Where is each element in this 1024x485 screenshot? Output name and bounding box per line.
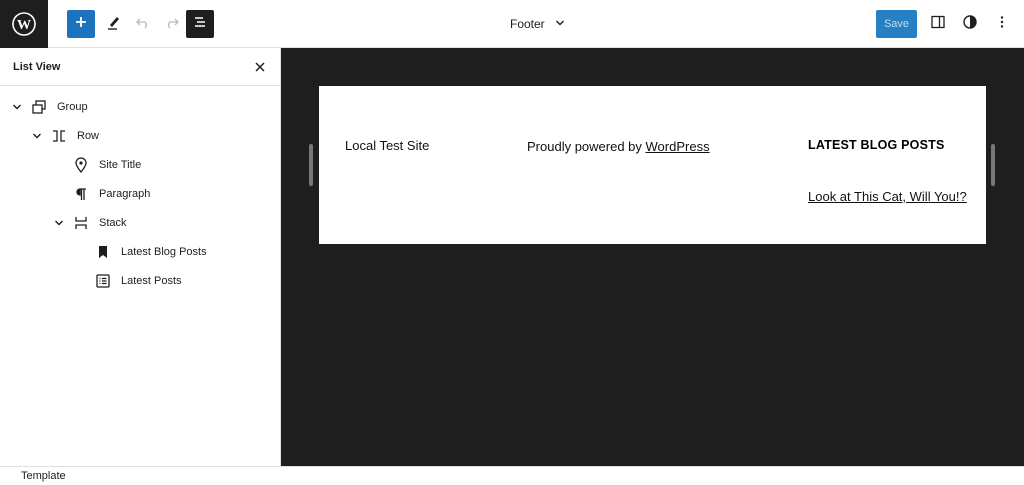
list-item-paragraph[interactable]: Paragraph [73,179,150,208]
powered-by-paragraph[interactable]: Proudly powered by WordPress [527,139,710,154]
list-item-latest-posts[interactable]: Latest Posts [95,266,182,295]
chevron-down-icon [555,17,565,31]
editor-header: W Footer Save [0,0,1024,48]
breadcrumb-template[interactable]: Template [21,470,66,482]
post-link[interactable]: Look at This Cat, Will You!? [808,189,967,204]
block-breadcrumb: Template [0,466,1024,485]
list-item-label: Paragraph [99,187,151,200]
list-view-header: List View [0,48,280,86]
paragraph-icon [73,186,89,202]
styles-button[interactable] [956,10,984,38]
settings-sidebar-icon [930,14,946,35]
document-title-dropdown[interactable]: Footer [510,14,565,34]
undo-icon [135,14,151,35]
more-vertical-icon [994,14,1010,35]
editor-canvas: Local Test Site Proudly powered by WordP… [281,48,1024,466]
save-button[interactable]: Save [876,10,917,38]
edit-tools-button[interactable] [100,10,128,38]
list-item-label: Group [57,100,88,113]
post-list-icon [95,273,111,289]
list-item-latest-blog-posts[interactable]: Latest Blog Posts [95,237,207,266]
chevron-down-icon[interactable] [53,217,65,229]
redo-icon [164,14,180,35]
list-item-label: Site Title [99,158,142,171]
undo-button[interactable] [129,10,157,38]
stack-icon [73,215,89,231]
chevron-down-icon[interactable] [11,101,23,113]
list-item-label: Stack [99,216,127,229]
wordpress-icon[interactable]: W [0,0,48,48]
latest-blog-posts-heading[interactable]: LATEST BLOG POSTS [808,138,945,152]
pencil-icon [106,14,122,35]
svg-text:W: W [17,18,31,33]
footer-template-frame[interactable]: Local Test Site Proudly powered by WordP… [319,86,986,244]
list-view-panel: List View Group Row Site Title Paragraph… [0,48,281,466]
row-icon [51,128,67,144]
list-item-label: Row [77,129,100,142]
plus-icon [75,15,87,33]
list-item-label: Latest Blog Posts [121,245,207,258]
list-view-icon [192,14,208,35]
list-item-group[interactable]: Group [11,92,88,121]
wordpress-link[interactable]: WordPress [646,139,710,154]
map-marker-icon [73,156,89,173]
list-view-button[interactable] [186,10,214,38]
bookmark-icon [95,244,111,260]
resize-handle-left[interactable] [309,144,313,186]
settings-button[interactable] [924,10,952,38]
list-item-stack[interactable]: Stack [53,208,127,237]
chevron-down-icon[interactable] [31,130,43,142]
styles-icon [962,14,978,35]
list-item-site-title[interactable]: Site Title [73,150,141,179]
list-view-title: List View [13,60,61,73]
add-block-button[interactable] [67,10,95,38]
document-title: Footer [510,17,545,31]
list-item-row[interactable]: Row [31,121,99,150]
close-icon[interactable] [252,59,268,75]
list-item-label: Latest Posts [121,274,182,287]
powered-by-text: Proudly powered by [527,139,646,154]
options-button[interactable] [988,10,1016,38]
site-title[interactable]: Local Test Site [345,138,429,153]
resize-handle-right[interactable] [991,144,995,186]
redo-button[interactable] [158,10,186,38]
group-icon [31,99,47,115]
